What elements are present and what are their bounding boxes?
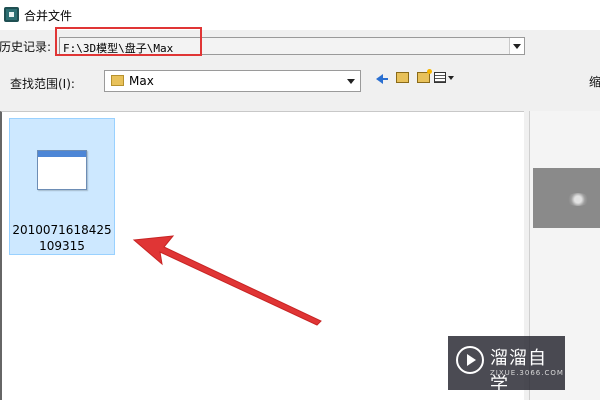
history-label: 历史记录: <box>0 40 52 54</box>
new-folder-icon[interactable] <box>417 69 432 83</box>
history-dropdown-button[interactable] <box>509 38 524 54</box>
watermark: 溜溜自学 ZIXUE.3066.COM <box>448 336 565 395</box>
highlight-box <box>55 27 202 56</box>
watermark-subtitle: ZIXUE.3066.COM <box>490 369 564 377</box>
chevron-down-icon <box>513 44 521 49</box>
file-name: 2010071618425109315 <box>12 223 112 253</box>
app-icon <box>4 7 19 22</box>
title-bar: 合并文件 <box>0 0 600 30</box>
look-in-dropdown[interactable]: Max <box>104 70 361 92</box>
window-icon <box>37 150 87 190</box>
look-in-dropdown-button[interactable] <box>344 72 359 90</box>
chevron-down-icon <box>347 79 355 84</box>
window-title: 合并文件 <box>24 9 73 23</box>
view-dropdown-icon[interactable] <box>448 76 454 80</box>
back-icon[interactable] <box>376 74 388 84</box>
file-item[interactable]: 2010071618425109315 <box>9 118 115 255</box>
view-menu-icon[interactable] <box>434 72 446 83</box>
look-in-value: Max <box>129 74 154 88</box>
play-logo-icon <box>456 346 484 374</box>
preview-object <box>566 193 590 206</box>
look-in-label: 查找范围(I): <box>10 77 75 91</box>
folder-icon <box>111 75 124 86</box>
thumbnail-label: 缩 <box>589 75 600 89</box>
up-folder-icon[interactable] <box>396 72 409 83</box>
